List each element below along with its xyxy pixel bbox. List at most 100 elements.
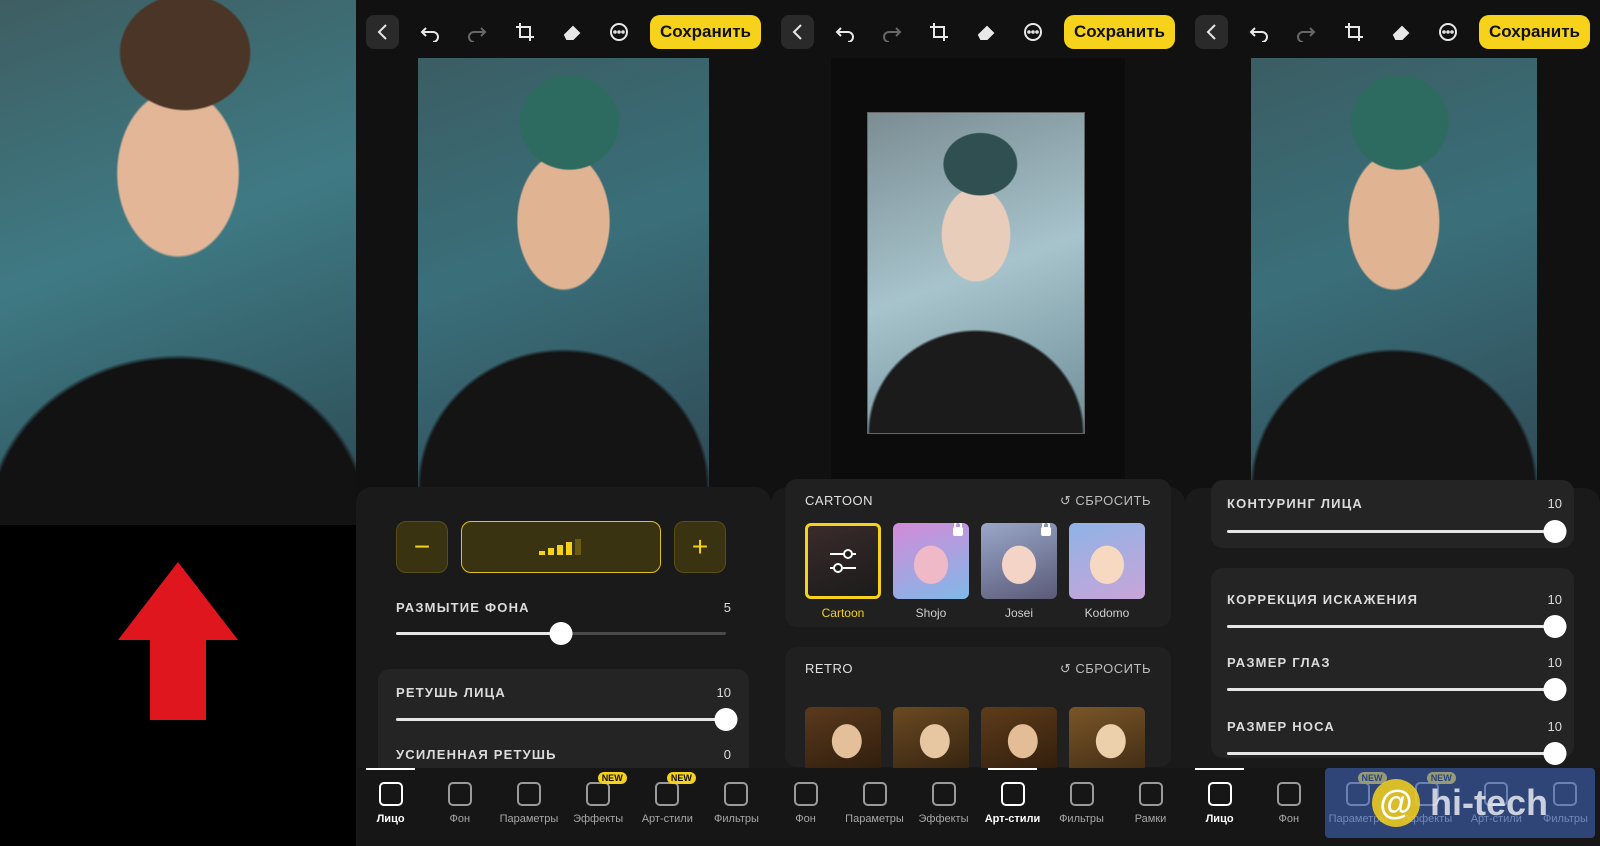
undo-button[interactable] <box>1242 15 1275 49</box>
nav-item[interactable]: Эффекты NEW <box>564 772 633 825</box>
eye-size-value: 10 <box>1547 655 1562 670</box>
back-button[interactable] <box>781 15 815 49</box>
nav-label: Фон <box>1278 813 1300 825</box>
style-thumb-kodomo[interactable] <box>1069 523 1145 599</box>
slider-knob[interactable] <box>714 708 738 731</box>
style-thumb-cartoon[interactable] <box>805 523 881 599</box>
sliders-icon <box>516 782 541 806</box>
nav-item[interactable]: Фон <box>771 776 840 825</box>
save-button[interactable]: Сохранить <box>1478 15 1590 49</box>
slider-knob[interactable] <box>1543 615 1567 638</box>
save-button[interactable]: Сохранить <box>649 15 761 49</box>
nose-size-value: 10 <box>1547 719 1562 734</box>
style-thumb-josei[interactable] <box>981 523 1057 599</box>
nav-label: Эффекты <box>918 813 969 825</box>
distortion-label: КОРРЕКЦИЯ ИСКАЖЕНИЯ <box>1227 592 1419 607</box>
more-button[interactable] <box>1432 15 1465 49</box>
nav-label: Эффекты <box>573 813 624 825</box>
lock-icon <box>1041 523 1051 536</box>
face-retouch-label: РЕТУШЬ ЛИЦА <box>396 685 506 700</box>
cartoon-reset-button[interactable]: ↺ СБРОСИТЬ <box>1060 493 1151 509</box>
watermark-at-icon: @ <box>1371 779 1420 827</box>
geometry-panel: Сохранить КОНТУРИНГ ЛИЦА 10 КОРРЕКЦИЯ ИС… <box>1185 0 1600 846</box>
art-styles-panel: Сохранить CARTOON ↺ СБРОСИТЬ Cartoon Sho… <box>771 0 1185 846</box>
nav-label: Параметры <box>499 813 559 825</box>
nav-label: Арт-стили <box>984 813 1041 825</box>
eraser-button[interactable] <box>970 15 1003 49</box>
original-panel <box>0 0 356 846</box>
nav-item[interactable]: Эффекты <box>909 776 978 825</box>
bg-blur-label: РАЗМЫТИЕ ФОНА <box>396 600 530 615</box>
edited-photo <box>1251 58 1537 488</box>
slider-knob[interactable] <box>549 622 573 645</box>
image-icon <box>793 782 818 806</box>
nav-item[interactable]: Рамки <box>1116 776 1185 825</box>
crop-button[interactable] <box>508 15 541 49</box>
nav-item[interactable]: Арт-стили <box>978 768 1047 825</box>
nav-item[interactable]: Арт-стили NEW <box>633 772 702 825</box>
bottom-nav: Лицо Фон Параметры Эффекты NEW Арт-стили NEW Фи… <box>356 768 771 846</box>
nose-size-slider[interactable] <box>1227 742 1567 765</box>
adjust-icon <box>830 549 856 573</box>
back-button[interactable] <box>366 15 400 49</box>
bg-blur-slider[interactable] <box>396 622 726 645</box>
face-retouch-slider[interactable] <box>396 708 738 731</box>
redo-button[interactable] <box>1290 15 1323 49</box>
nav-item[interactable]: Лицо <box>356 768 425 825</box>
undo-button[interactable] <box>413 15 446 49</box>
lock-icon <box>953 523 963 536</box>
nav-label: Параметры <box>845 813 904 825</box>
nav-label: Арт-стили <box>641 813 693 825</box>
original-photo <box>0 0 356 525</box>
plus-button[interactable]: + <box>674 521 726 573</box>
retro-reset-button[interactable]: ↺ СБРОСИТЬ <box>1060 661 1151 677</box>
crop-button[interactable] <box>922 15 955 49</box>
slider-knob[interactable] <box>1543 742 1567 765</box>
undo-button[interactable] <box>828 15 861 49</box>
nav-item[interactable]: Лицо <box>1185 768 1254 825</box>
image-icon <box>1276 782 1301 806</box>
slider-knob[interactable] <box>1543 520 1567 543</box>
eye-size-label: РАЗМЕР ГЛАЗ <box>1227 655 1331 670</box>
strong-retouch-value: 0 <box>723 747 731 762</box>
sparkle-icon <box>586 782 611 806</box>
more-button[interactable] <box>603 15 636 49</box>
slider-knob[interactable] <box>1543 678 1567 701</box>
style-thumb-shojo[interactable] <box>893 523 969 599</box>
new-badge: NEW <box>597 772 627 784</box>
contour-slider[interactable] <box>1227 520 1567 543</box>
redo-button[interactable] <box>461 15 494 49</box>
cartoon-photo <box>867 112 1085 434</box>
nav-item[interactable]: Параметры <box>840 776 909 825</box>
eraser-button[interactable] <box>1384 15 1417 49</box>
style-label-josei: Josei <box>1004 606 1033 620</box>
nav-label: Фильтры <box>714 813 759 825</box>
nav-label: Лицо <box>376 813 405 825</box>
red-arrow-icon <box>118 562 238 720</box>
nav-item[interactable]: Параметры <box>494 776 563 825</box>
contour-card <box>1211 480 1574 548</box>
toolbar: Сохранить <box>366 10 761 54</box>
nav-item[interactable]: Фильтры <box>1047 776 1116 825</box>
back-button[interactable] <box>1195 15 1229 49</box>
redo-button[interactable] <box>875 15 908 49</box>
minus-button[interactable]: − <box>396 521 448 573</box>
frame-icon <box>1138 782 1163 806</box>
nav-item[interactable]: Фон <box>425 776 494 825</box>
distortion-slider[interactable] <box>1227 615 1567 638</box>
eraser-button[interactable] <box>555 15 588 49</box>
sparkle-icon <box>931 782 956 806</box>
nose-size-label: РАЗМЕР НОСА <box>1227 719 1335 734</box>
face-icon <box>1207 782 1232 806</box>
style-label-shojo: Shojo <box>915 606 947 620</box>
eye-size-slider[interactable] <box>1227 678 1567 701</box>
style-label-cartoon: Cartoon <box>821 606 865 620</box>
filters-icon <box>724 782 749 806</box>
nav-item[interactable]: Фильтры <box>702 776 771 825</box>
cartoon-section-title: CARTOON <box>805 493 874 508</box>
nav-item[interactable]: Фон <box>1254 776 1323 825</box>
save-button[interactable]: Сохранить <box>1063 15 1175 49</box>
toolbar: Сохранить <box>781 10 1175 54</box>
more-button[interactable] <box>1017 15 1050 49</box>
crop-button[interactable] <box>1337 15 1370 49</box>
